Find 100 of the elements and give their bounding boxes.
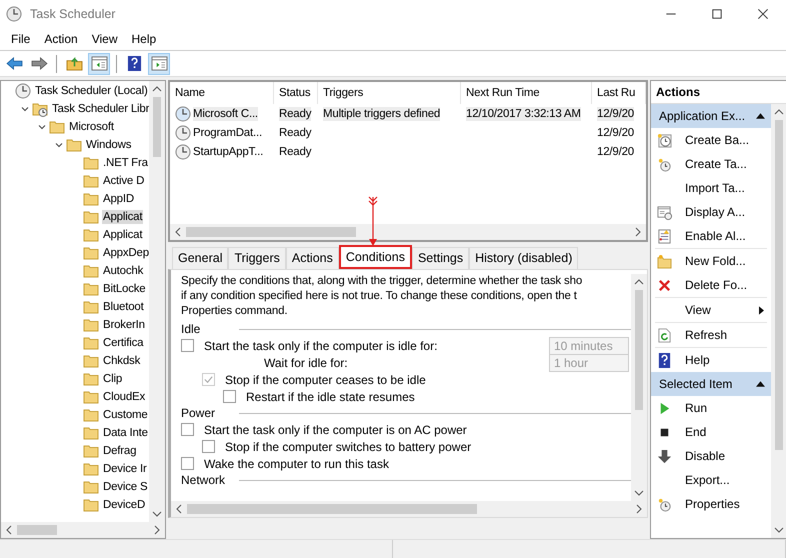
scroll-thumb[interactable] xyxy=(153,97,161,157)
chevron-icon[interactable] xyxy=(54,140,64,150)
clock-icon xyxy=(657,496,672,512)
tree-item[interactable]: Active D xyxy=(102,174,146,188)
tree-item[interactable]: AppxDep xyxy=(102,246,149,260)
column-header[interactable]: Name xyxy=(170,82,274,104)
collapse-icon[interactable] xyxy=(756,113,765,119)
column-header[interactable]: Next Run Time xyxy=(461,82,592,104)
tree-item[interactable]: DeviceD xyxy=(102,498,146,512)
action-link[interactable]: Properties xyxy=(685,497,771,511)
tab[interactable]: Triggers xyxy=(228,247,286,269)
section-heading: Power xyxy=(181,406,216,420)
action-link[interactable]: Delete Fo... xyxy=(685,278,771,292)
table-cell: Multiple triggers defined xyxy=(323,106,440,120)
vertical-scrollbar[interactable] xyxy=(149,81,165,522)
pane-toggle-button[interactable] xyxy=(88,52,110,74)
table-cell: 12/9/20 xyxy=(597,126,634,140)
tree-item[interactable]: Data Inte xyxy=(102,426,149,440)
section-header[interactable]: Application Ex... xyxy=(651,104,771,128)
column-header[interactable]: Triggers xyxy=(318,82,461,104)
tree-item[interactable]: Task Scheduler (Local) xyxy=(34,84,149,98)
checkbox[interactable] xyxy=(181,423,194,436)
down-arrow-icon xyxy=(657,448,672,464)
pane-toggle-button[interactable] xyxy=(148,52,170,74)
checkbox[interactable] xyxy=(181,457,194,470)
folder-icon xyxy=(83,479,99,495)
action-link[interactable]: Create Ta... xyxy=(685,157,771,171)
horizontal-scrollbar[interactable] xyxy=(171,501,647,517)
section-title: Application Ex... xyxy=(659,109,746,123)
checkbox[interactable] xyxy=(202,440,215,453)
collapse-icon[interactable] xyxy=(756,381,765,387)
tab[interactable]: Settings xyxy=(412,247,470,269)
tree-item[interactable]: .NET Fra xyxy=(102,156,149,170)
document-icon xyxy=(657,228,672,244)
description-text: Specify the conditions that, along with the trigger, determine whether the task sho xyxy=(181,274,584,289)
tree-item[interactable]: Device Ir xyxy=(102,462,148,476)
folder-icon xyxy=(83,425,99,441)
option-label: Wait for idle for: xyxy=(264,356,348,370)
scroll-thumb[interactable] xyxy=(775,120,783,450)
tree-item[interactable]: Chkdsk xyxy=(102,354,142,368)
folder-icon xyxy=(83,335,99,351)
tree-item[interactable]: AppID xyxy=(102,192,135,206)
action-link[interactable]: Disable xyxy=(685,449,771,463)
section-header[interactable]: Selected Item xyxy=(651,372,771,396)
tree-item[interactable]: Task Scheduler Libr xyxy=(51,102,149,116)
tree-item[interactable]: Certifica xyxy=(102,336,144,350)
horizontal-scrollbar[interactable] xyxy=(170,224,646,240)
action-link[interactable]: Import Ta... xyxy=(685,181,771,195)
tree-item[interactable]: Autochk xyxy=(102,264,144,278)
tab[interactable]: History (disabled) xyxy=(469,247,578,269)
vertical-scrollbar[interactable] xyxy=(771,104,786,538)
tree-item[interactable]: Applicat xyxy=(102,228,144,242)
tree-item[interactable]: CloudEx xyxy=(102,390,146,404)
tree-item[interactable]: Custome xyxy=(102,408,149,422)
action-link[interactable]: Refresh xyxy=(685,328,771,342)
delete-icon xyxy=(657,278,672,292)
action-link[interactable]: Create Ba... xyxy=(685,133,771,147)
option-label: Wake the computer to run this task xyxy=(204,456,389,470)
scroll-thumb[interactable] xyxy=(17,525,57,535)
chevron-icon[interactable] xyxy=(20,104,30,114)
chevron-icon[interactable] xyxy=(37,122,47,132)
clock-icon xyxy=(657,132,672,148)
menu-item[interactable]: Help xyxy=(124,32,164,46)
action-link[interactable]: Help xyxy=(685,353,771,367)
scroll-thumb[interactable] xyxy=(187,504,477,514)
scroll-thumb[interactable] xyxy=(635,290,643,410)
action-link[interactable]: View xyxy=(685,303,759,317)
action-link[interactable]: Display A... xyxy=(685,205,771,219)
scroll-thumb[interactable] xyxy=(186,227,356,237)
column-header[interactable]: Last Ru xyxy=(592,82,646,104)
checkbox[interactable] xyxy=(181,339,194,352)
option-label: Start the task only if the computer is idle for: xyxy=(204,338,438,352)
action-link[interactable]: Run xyxy=(685,401,771,415)
option-label: Stop if the computer switches to battery power xyxy=(225,440,472,454)
action-link[interactable]: Enable Al... xyxy=(685,229,771,243)
tree-item[interactable]: Windows xyxy=(85,138,132,152)
action-link[interactable]: Export... xyxy=(685,473,771,487)
tree-item[interactable]: Applicat xyxy=(102,210,144,224)
clock-icon xyxy=(657,156,672,172)
menu-item[interactable]: View xyxy=(84,32,124,46)
tab[interactable]: Actions xyxy=(286,247,339,269)
tab[interactable]: General xyxy=(172,247,228,269)
menu-item[interactable]: File xyxy=(4,32,38,46)
tree-item[interactable]: BitLocke xyxy=(102,282,147,296)
table-cell: StartupAppT... xyxy=(193,144,264,158)
tree-item[interactable]: Defrag xyxy=(102,444,138,458)
tab[interactable]: Conditions xyxy=(338,245,412,269)
vertical-scrollbar[interactable] xyxy=(631,274,647,501)
table-cell: Microsoft C... xyxy=(193,106,258,120)
folder-icon xyxy=(83,407,99,423)
tree-item[interactable]: Device S xyxy=(102,480,148,494)
column-header[interactable]: Status xyxy=(274,82,318,104)
tree-item[interactable]: Microsoft xyxy=(68,120,115,134)
tree-item[interactable]: BrokerIn xyxy=(102,318,146,332)
tree-item[interactable]: Bluetoot xyxy=(102,300,145,314)
menu-item[interactable]: Action xyxy=(37,32,85,46)
horizontal-scrollbar[interactable] xyxy=(1,522,165,538)
tree-item[interactable]: Clip xyxy=(102,372,124,386)
action-link[interactable]: New Fold... xyxy=(685,254,771,268)
action-link[interactable]: End xyxy=(685,425,771,439)
